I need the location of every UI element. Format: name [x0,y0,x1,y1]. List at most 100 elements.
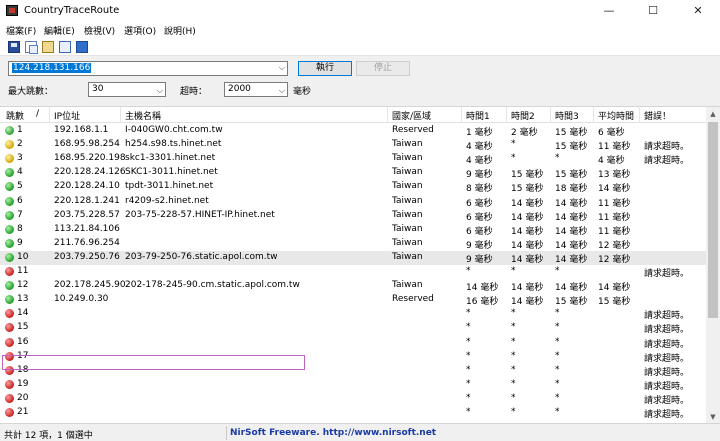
col-avg-time[interactable]: 平均時間 [598,109,634,122]
cell-host: 203-75-228-57.HINET-IP.hinet.net [125,209,275,220]
cell-hop: 12 [17,280,29,291]
cell-ip: 192.168.1.1 [54,125,109,135]
table-row[interactable]: 4 220.128.24.126 SKC1-3011.hinet.net Taiwan… [0,166,706,180]
maximize-button[interactable]: ☐ [631,0,675,22]
column-divider [593,107,594,123]
cell-t3: 15 毫秒 [555,128,588,138]
table-row[interactable]: 16 * * * 請求超時。 [0,336,706,350]
cell-err: 請求超時。 [644,395,690,406]
cell-country: Reserved [392,125,434,135]
status-dot-icon [5,182,14,192]
status-dot-icon [5,337,14,347]
table-row[interactable]: 3 168.95.220.198 skc1-3301.hinet.net Taiwan… [0,152,706,166]
table-row[interactable]: 14 * * * 請求超時。 [0,307,706,321]
cell-t2: * [511,139,516,150]
status-dot-icon [5,295,14,305]
table-row[interactable]: 9 211.76.96.254 Taiwan 9 毫秒 14 毫秒 14 毫秒 12 毫秒 [0,237,706,251]
scroll-up-icon[interactable]: ▲ [706,107,720,121]
menu-options[interactable]: 選項(O) [124,24,156,37]
scroll-down-icon[interactable]: ▼ [706,410,720,423]
minimize-button[interactable]: — [587,0,631,22]
table-row[interactable]: 21 * * * 請求超時。 [0,406,706,420]
cell-country: Reserved [392,294,434,305]
cell-host: 203-79-250-76.static.apol.com.tw [125,251,278,262]
table-row[interactable]: 6 220.128.1.241 r4209-s2.hinet.net Taiwan 6 … [0,195,706,209]
col-hop[interactable]: 跳數 [6,109,24,122]
vertical-scrollbar[interactable]: ▲ ▼ [706,107,720,423]
cell-t2: * [511,336,516,347]
cell-ip: 203.75.228.57 [54,209,120,220]
col-hostname[interactable]: 主機名稱 [125,109,161,122]
status-dot-icon [5,252,14,262]
table-row[interactable]: 10 203.79.250.76 203-79-250-76.static.apol… [0,250,706,265]
save-icon[interactable] [8,41,20,53]
timeout-select[interactable]: 2000 ⌵ [224,82,288,97]
table-row[interactable]: 8 113.21.84.106 Taiwan 6 毫秒 14 毫秒 14 毫秒 11 毫秒 [0,223,706,237]
cell-t1: 4 毫秒 [466,156,493,167]
copy-icon[interactable] [25,41,38,54]
cell-t1: * [466,336,471,347]
column-divider [49,107,50,123]
cell-err: 請求超時。 [644,410,690,420]
exit-icon[interactable] [76,41,88,53]
cell-t1: 8 毫秒 [466,184,493,195]
cell-country: Taiwan [392,167,423,178]
col-ip[interactable]: IP位址 [54,109,80,122]
nirsoft-link[interactable]: NirSoft Freeware. http://www.nirsoft.net [230,428,436,438]
cell-t1: * [466,322,471,333]
cell-avg: 12 毫秒 [598,240,631,251]
cell-t1: * [466,378,471,389]
cell-avg: 15 毫秒 [598,297,631,308]
cell-err: 請求超時。 [644,339,690,350]
cell-err: 請求超時。 [644,381,690,392]
table-row[interactable]: 11 * * * 請求超時。 [0,265,706,279]
cell-t3: 14 毫秒 [555,254,588,265]
cell-hop: 9 [17,237,23,248]
table-row[interactable]: 15 * * * 請求超時。 [0,321,706,335]
col-time1[interactable]: 時間1 [466,109,490,122]
table-row[interactable]: 20 * * * 請求超時。 [0,392,706,406]
menu-view[interactable]: 檢視(V) [84,24,115,37]
close-button[interactable]: ✕ [676,0,720,22]
table-row[interactable]: 13 10.249.0.30 Reserved 16 毫秒 14 毫秒 15 毫秒 15 毫… [0,293,706,307]
cell-country: Taiwan [392,195,423,206]
menu-edit[interactable]: 編輯(E) [44,24,75,37]
cell-t3: * [555,322,560,333]
table-row[interactable]: 12 202.178.245.90 202-178-245-90.cm.static… [0,279,706,293]
cell-t2: * [511,407,516,417]
cell-t3: 14 毫秒 [555,212,588,223]
col-country[interactable]: 國家/區域 [392,109,431,122]
run-button[interactable]: 執行 [298,61,352,76]
table-row[interactable]: 5 220.128.24.10 tpdt-3011.hinet.net Taiwan 8… [0,180,706,194]
col-time3[interactable]: 時間3 [555,109,579,122]
cell-host: h254.s98.ts.hinet.net [125,139,222,150]
table-row[interactable]: 2 168.95.98.254 h254.s98.ts.hinet.net Taiwa… [0,138,706,152]
stop-button[interactable]: 停止 [356,61,410,76]
cell-t3: 15 毫秒 [555,142,588,153]
max-hops-select[interactable]: 30 ⌵ [88,82,166,97]
cell-hop: 16 [17,336,29,347]
scroll-thumb[interactable] [708,122,718,318]
cell-t1: 16 毫秒 [466,297,499,308]
table-row[interactable]: 19 * * * 請求超時。 [0,378,706,392]
table-row[interactable]: 1 192.168.1.1 I-040GW0.cht.com.tw Reserved 1… [0,124,706,138]
cell-t3: 15 毫秒 [555,297,588,308]
target-address-combobox[interactable]: 124.218.131.166 ⌵ [8,61,288,76]
chevron-down-icon[interactable]: ⌵ [279,63,285,73]
cell-t1: 6 毫秒 [466,226,493,237]
menu-help[interactable]: 說明(H) [164,24,196,37]
cell-hop: 6 [17,195,23,206]
cell-ip: 220.128.24.126 [54,167,126,178]
status-dot-icon [5,196,14,206]
cell-t2: * [511,153,516,164]
properties-icon[interactable] [42,41,54,53]
menu-file[interactable]: 檔案(F) [6,24,36,37]
cell-ip: 168.95.98.254 [54,139,120,150]
col-time2[interactable]: 時間2 [511,109,535,122]
col-error[interactable]: 錯誤！ [644,109,671,122]
cell-t3: * [555,392,560,403]
table-row[interactable]: 7 203.75.228.57 203-75-228-57.HINET-IP.hin… [0,209,706,223]
html-report-icon[interactable] [59,41,71,53]
cell-avg: 12 毫秒 [598,254,631,265]
cell-hop: 3 [17,153,23,164]
